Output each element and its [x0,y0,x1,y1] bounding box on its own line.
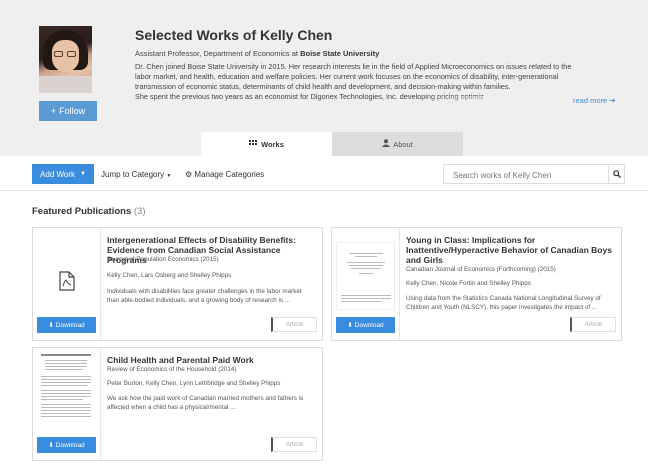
publication-authors: Kelly Chen, Nicole Fortin and Shelley Ph… [406,280,531,287]
publication-abstract: Individuals with disabilities face great… [107,288,302,304]
search-button[interactable] [609,164,625,184]
institution-name: Boise State University [300,49,380,58]
download-button[interactable]: ⬇ Download [37,437,96,453]
publication-title[interactable]: Young in Class: Implications for Inatten… [406,235,618,265]
document-thumbnail-image [336,242,395,310]
download-button[interactable]: ⬇ Download [336,317,395,333]
publication-journal: Journal of Population Economics (2015) [107,256,219,263]
gear-icon: ⚙ [185,170,193,179]
avatar [39,26,92,93]
divider [0,190,648,191]
search-input[interactable] [444,166,608,185]
grid-icon [249,139,258,149]
section-title: Featured Publications (3) [32,206,146,217]
download-icon: ⬇ [347,322,353,329]
publication-thumbnail[interactable]: ⬇ Download [332,228,400,340]
tab-about[interactable]: About [332,132,463,156]
read-more-link[interactable]: read more ➔ [573,96,616,105]
download-button[interactable]: ⬇ Download [37,317,96,333]
follow-button[interactable]: + Follow [39,101,97,121]
publication-type-badge: Article [271,437,317,452]
pdf-icon [59,271,75,291]
publication-abstract: We ask how the paid work of Canadian mar… [107,395,304,411]
publication-authors: Peter Burton, Kelly Chen, Lynn Lethbridg… [107,380,281,387]
download-icon: ⬇ [48,322,54,329]
publication-abstract: Using data from the Statistics Canada Na… [406,295,601,311]
page-title: Selected Works of Kelly Chen [135,27,333,43]
add-work-button[interactable]: Add Work ▼ [32,164,94,184]
caret-down-icon: ▼ [166,173,172,179]
search-icon [612,170,621,178]
plus-icon: + [50,106,57,116]
publication-card[interactable]: ⬇ Download Child Health and Parental Paid… [32,347,323,461]
jump-to-category-dropdown[interactable]: Jump to Category ▼ [101,170,171,179]
publication-type-badge: Article [271,317,317,332]
arrow-right-icon: ➔ [609,96,616,105]
publication-title[interactable]: Child Health and Parental Paid Work [107,355,319,365]
download-icon: ⬇ [48,442,54,449]
publication-journal: Review of Economics of the Household (20… [107,366,237,373]
publication-count: (3) [133,206,146,217]
bio-fade [420,96,570,110]
caret-down-icon: ▼ [80,171,86,177]
publication-card[interactable]: ⬇ Download Intergenerational Effects of D… [32,227,323,341]
tab-works[interactable]: Works [201,132,332,156]
publication-authors: Kelly Chen, Lars Osberg and Shelley Phip… [107,272,232,279]
document-thumbnail-image [37,352,96,426]
user-icon [382,139,391,149]
publication-thumbnail[interactable]: ⬇ Download [33,348,101,460]
manage-categories-button[interactable]: ⚙ Manage Categories [185,170,264,179]
publication-card[interactable]: ⬇ Download Young in Class: Implications f… [331,227,622,341]
publication-thumbnail[interactable]: ⬇ Download [33,228,101,340]
search-works-field[interactable] [443,164,609,185]
publication-type-badge: Article [570,317,616,332]
profile-position: Assistant Professor, Department of Econo… [135,49,380,58]
publication-journal: Canadian Journal of Economics (Forthcomi… [406,266,556,273]
